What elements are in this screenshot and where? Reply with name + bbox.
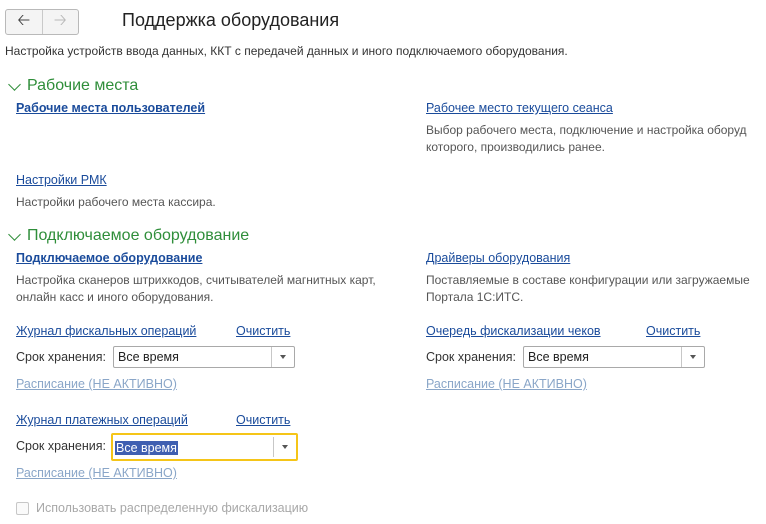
- fiscal-queue-link[interactable]: Очередь фискализации чеков: [426, 324, 601, 338]
- distributed-fiscalization-label: Использовать распределенную фискализацию: [36, 501, 309, 515]
- distributed-fiscalization-checkbox[interactable]: [16, 502, 29, 515]
- current-session-workplace-link[interactable]: Рабочее место текущего сеанса: [426, 101, 613, 115]
- section-workplaces-title: Рабочие места: [27, 77, 139, 94]
- page-subtitle: Настройка устройств ввода данных, ККТ с …: [5, 44, 568, 58]
- current-session-desc-line1: Выбор рабочего места, подключение и наст…: [426, 123, 747, 137]
- fiscal-queue-retention-label: Срок хранения:: [426, 350, 517, 364]
- dropdown-button[interactable]: [271, 347, 294, 367]
- user-workplaces-link[interactable]: Рабочие места пользователей: [16, 101, 205, 115]
- payment-log-schedule-link[interactable]: Расписание (НЕ АКТИВНО): [16, 466, 177, 480]
- chevron-down-icon: [8, 227, 21, 241]
- back-button[interactable]: 🡠: [6, 10, 43, 34]
- fiscal-queue-retention-select[interactable]: Все время: [523, 346, 705, 368]
- section-workplaces-header[interactable]: Рабочие места: [6, 77, 138, 95]
- payment-log-retention-value: Все время: [115, 441, 178, 455]
- fiscal-log-schedule-link[interactable]: Расписание (НЕ АКТИВНО): [16, 377, 177, 391]
- section-equipment-title: Подключаемое оборудование: [27, 227, 250, 244]
- arrow-left-icon: 🡠: [17, 11, 31, 29]
- payment-log-retention-select[interactable]: Все время: [111, 433, 298, 461]
- fiscal-log-retention-label: Срок хранения:: [16, 350, 107, 364]
- navigation-buttons: 🡠 🡢: [5, 9, 79, 35]
- fiscal-log-clear-link[interactable]: Очистить: [236, 324, 290, 338]
- current-session-desc-line2: которого, производились ранее.: [426, 140, 605, 154]
- fiscal-log-retention-select[interactable]: Все время: [113, 346, 295, 368]
- page-title: Поддержка оборудования: [122, 10, 340, 30]
- dropdown-button[interactable]: [681, 347, 704, 367]
- payment-operations-log-link[interactable]: Журнал платежных операций: [16, 413, 188, 427]
- arrow-right-icon: 🡢: [53, 11, 67, 29]
- chevron-down-icon: [282, 445, 288, 449]
- payment-log-retention-label: Срок хранения:: [16, 439, 107, 453]
- connected-equipment-description: Настройка сканеров штрихкодов, считывате…: [16, 272, 376, 306]
- connected-equipment-desc-line2: онлайн касс и иного оборудования.: [16, 290, 214, 304]
- connected-equipment-desc-line1: Настройка сканеров штрихкодов, считывате…: [16, 273, 376, 287]
- chevron-down-icon: [280, 355, 286, 359]
- rmk-settings-link[interactable]: Настройки РМК: [16, 173, 107, 187]
- fiscal-queue-clear-link[interactable]: Очистить: [646, 324, 700, 338]
- equipment-drivers-desc-line1: Поставляемые в составе конфигурации или …: [426, 273, 750, 287]
- connected-equipment-link[interactable]: Подключаемое оборудование: [16, 251, 202, 265]
- equipment-drivers-desc-line2: Портала 1С:ИТС.: [426, 290, 524, 304]
- rmk-settings-description: Настройки рабочего места кассира.: [16, 195, 216, 209]
- payment-log-clear-link[interactable]: Очистить: [236, 413, 290, 427]
- current-session-description: Выбор рабочего места, подключение и наст…: [426, 122, 747, 156]
- fiscal-queue-schedule-link[interactable]: Расписание (НЕ АКТИВНО): [426, 377, 587, 391]
- equipment-drivers-description: Поставляемые в составе конфигурации или …: [426, 272, 750, 306]
- forward-button[interactable]: 🡢: [43, 10, 79, 34]
- fiscal-log-retention-value: Все время: [118, 350, 179, 364]
- equipment-drivers-link[interactable]: Драйверы оборудования: [426, 251, 570, 265]
- fiscal-queue-retention-value: Все время: [528, 350, 589, 364]
- chevron-down-icon: [8, 77, 21, 91]
- chevron-down-icon: [690, 355, 696, 359]
- dropdown-button[interactable]: [273, 437, 296, 457]
- section-equipment-header[interactable]: Подключаемое оборудование: [6, 227, 249, 245]
- fiscal-operations-log-link[interactable]: Журнал фискальных операций: [16, 324, 196, 338]
